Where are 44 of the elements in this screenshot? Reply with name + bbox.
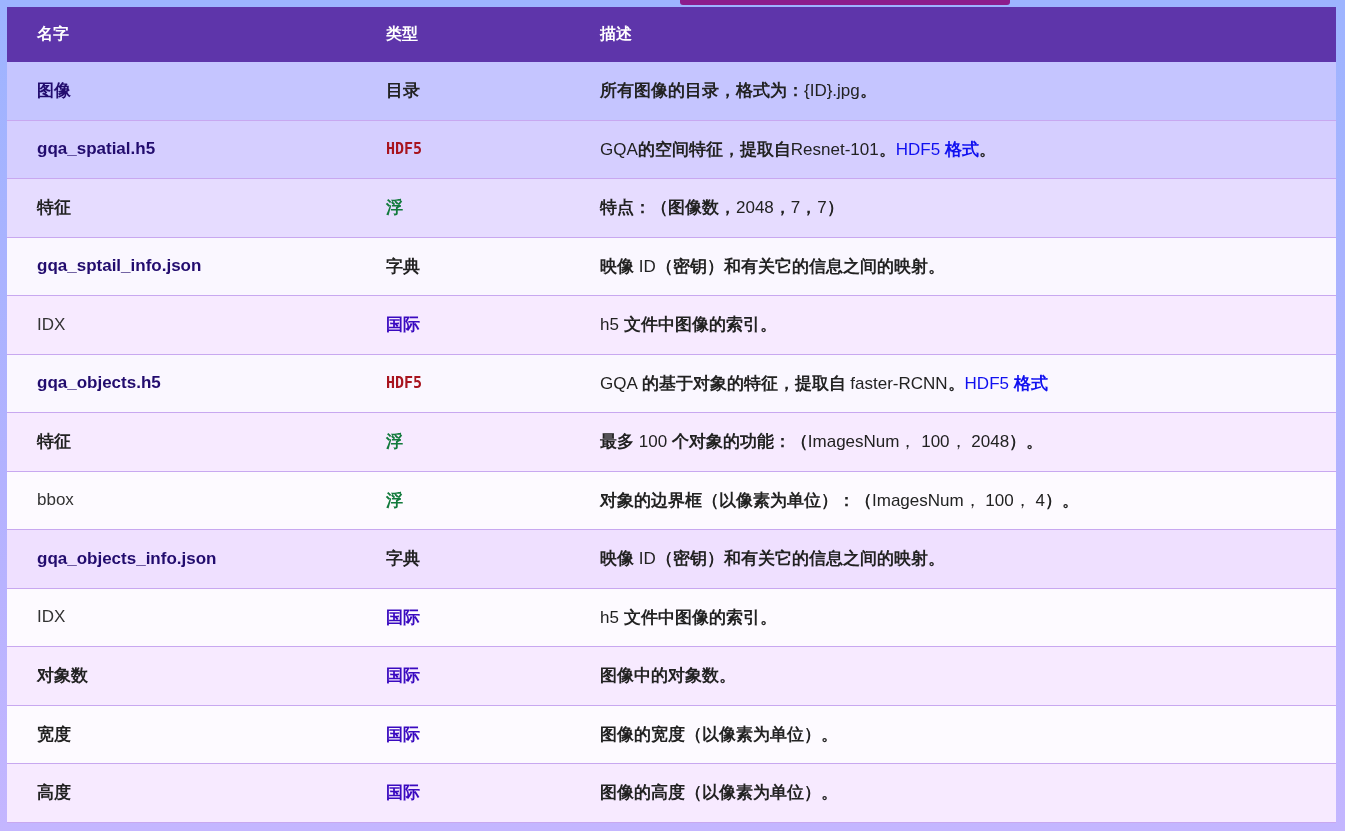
column-header: 描述 xyxy=(600,24,632,44)
name-cell: gqa_spatial.h5 xyxy=(37,139,156,160)
type-cell-text: 浮 xyxy=(386,197,403,220)
type-cell-text: 国际 xyxy=(386,723,420,746)
description-text: 特点：（图像数，2048，7，7） xyxy=(600,197,844,220)
description-text: 图像的宽度（以像素为单位）。 xyxy=(600,723,838,746)
description-text: GQA的空间特征，提取自Resnet-101。HDF5 格式。 xyxy=(600,138,996,161)
type-cell-text: 国际 xyxy=(386,606,420,629)
name-cell-text: 高度 xyxy=(37,782,71,805)
type-cell-text: 字典 xyxy=(386,255,420,278)
name-cell-text: 图像 xyxy=(37,80,71,103)
description-text: GQA 的基于对象的特征，提取自 faster-RCNN。HDF5 格式 xyxy=(600,372,1048,395)
description-text: 所有图像的目录，格式为：{ID}.jpg。 xyxy=(600,80,877,103)
type-cell: HDF5 xyxy=(386,374,423,393)
type-cell: HDF5 xyxy=(386,140,423,159)
description-text: h5 文件中图像的索引。 xyxy=(600,606,777,629)
description-text: 对象的边界框（以像素为单位）：（ImagesNum， 100， 4）。 xyxy=(600,489,1079,512)
name-cell-text: 特征 xyxy=(37,431,71,454)
description-text: 图像的高度（以像素为单位）。 xyxy=(600,782,838,805)
description-text: 图像中的对象数。 xyxy=(600,665,736,688)
name-cell: gqa_sptail_info.json xyxy=(37,256,202,277)
column-header: 名字 xyxy=(37,24,69,44)
name-cell-text: 对象数 xyxy=(37,665,88,688)
type-cell-text: 国际 xyxy=(386,314,420,337)
name-cell: IDX xyxy=(37,314,66,335)
name-cell: bbox xyxy=(37,490,74,511)
name-cell: gqa_objects.h5 xyxy=(37,373,161,394)
description-text: 映像 ID（密钥）和有关它的信息之间的映射。 xyxy=(600,548,945,571)
description-text: 最多 100 个对象的功能：（ImagesNum， 100， 2048）。 xyxy=(600,431,1044,454)
format-link[interactable]: HDF5 格式 xyxy=(895,139,979,159)
type-cell-text: 国际 xyxy=(386,782,420,805)
description-text: 映像 ID（密钥）和有关它的信息之间的映射。 xyxy=(600,255,945,278)
name-cell: IDX xyxy=(37,607,66,628)
type-cell-text: 目录 xyxy=(386,80,420,103)
name-cell: gqa_objects_info.json xyxy=(37,548,217,569)
name-cell-text: 宽度 xyxy=(37,723,71,746)
type-cell-text: 浮 xyxy=(386,431,403,454)
description-text: h5 文件中图像的索引。 xyxy=(600,314,777,337)
column-header: 类型 xyxy=(386,24,418,44)
type-cell-text: 浮 xyxy=(386,489,403,512)
type-cell-text: 字典 xyxy=(386,548,420,571)
type-cell-text: 国际 xyxy=(386,665,420,688)
name-cell-text: 特征 xyxy=(37,197,71,220)
format-link[interactable]: HDF5 格式 xyxy=(964,373,1048,393)
